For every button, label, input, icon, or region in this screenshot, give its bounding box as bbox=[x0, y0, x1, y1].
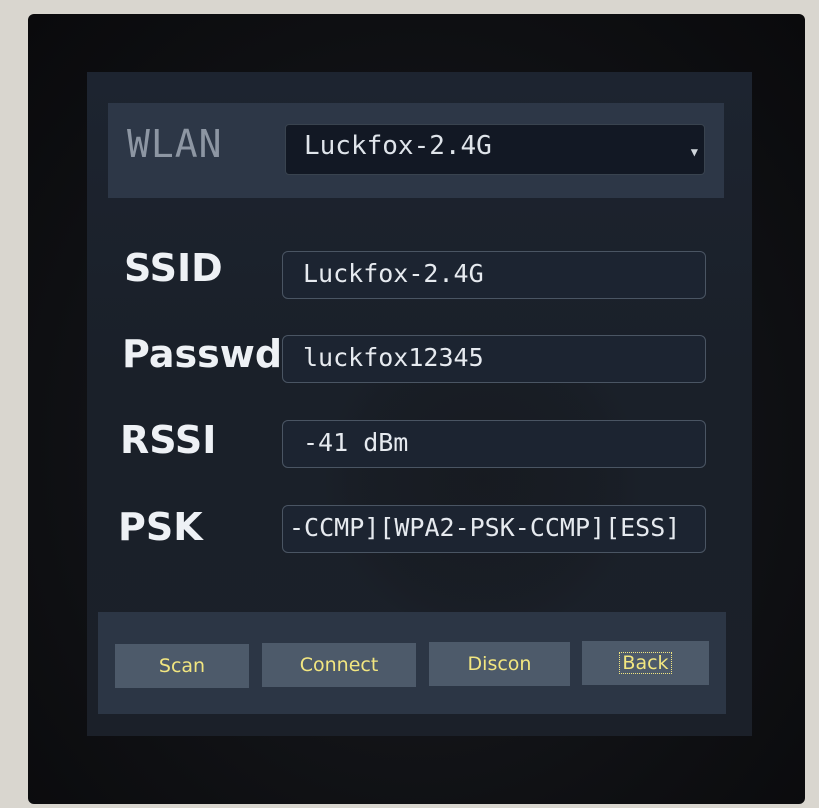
chevron-down-icon: ▼ bbox=[690, 145, 698, 159]
network-dropdown[interactable]: Luckfox-2.4G ▼ bbox=[285, 124, 705, 175]
scan-button[interactable]: Scan bbox=[115, 644, 249, 688]
rssi-field[interactable]: -41 dBm bbox=[282, 420, 706, 468]
psk-field[interactable]: -CCMP][WPA2-PSK-CCMP][ESS] bbox=[282, 505, 706, 553]
psk-value: -CCMP][WPA2-PSK-CCMP][ESS] bbox=[289, 513, 681, 542]
psk-label: PSK bbox=[118, 505, 203, 549]
network-dropdown-value: Luckfox-2.4G bbox=[304, 131, 492, 161]
rssi-label: RSSI bbox=[120, 418, 217, 462]
ssid-label: SSID bbox=[124, 246, 223, 290]
rssi-value: -41 dBm bbox=[303, 428, 409, 457]
ssid-value: Luckfox-2.4G bbox=[303, 259, 484, 288]
connect-button[interactable]: Connect bbox=[262, 643, 416, 687]
discon-button[interactable]: Discon bbox=[429, 642, 570, 686]
passwd-field[interactable]: luckfox12345 bbox=[282, 335, 706, 383]
wlan-label: WLAN bbox=[127, 122, 223, 166]
back-button[interactable]: Back bbox=[582, 641, 709, 685]
back-button-label: Back bbox=[619, 652, 672, 674]
passwd-label: Passwd bbox=[122, 332, 283, 376]
ssid-field[interactable]: Luckfox-2.4G bbox=[282, 251, 706, 299]
passwd-value: luckfox12345 bbox=[303, 343, 484, 372]
